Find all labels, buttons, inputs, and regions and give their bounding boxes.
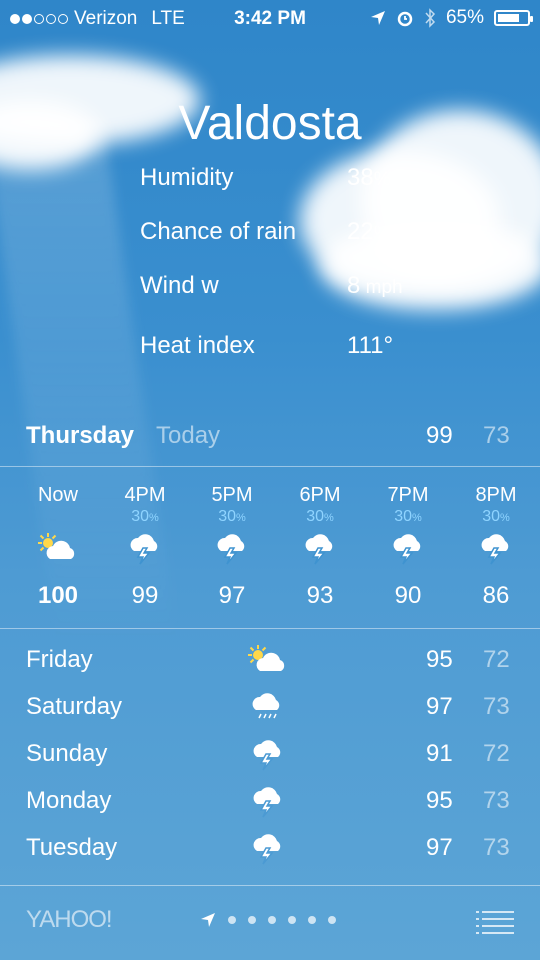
page-dot[interactable] xyxy=(328,916,336,924)
day-name: Monday xyxy=(26,787,112,814)
hourly-item: 7PM 30% 90 xyxy=(368,470,448,610)
battery-percent: 65% xyxy=(445,7,484,28)
hour-temp: 93 xyxy=(306,582,334,609)
yahoo-logo[interactable]: YAHOO! xyxy=(26,906,113,934)
day-low: 72 xyxy=(483,646,510,673)
page-dot[interactable] xyxy=(308,916,316,924)
footer-bar: YAHOO! xyxy=(0,886,540,960)
page-dot[interactable] xyxy=(228,916,236,924)
detail-humidity: Humidity 38% xyxy=(140,164,470,218)
partly-sunny-icon xyxy=(18,528,98,568)
today-high: 99 xyxy=(426,422,453,449)
hour-temp: 90 xyxy=(394,582,422,609)
day-low: 73 xyxy=(483,787,510,814)
precip-chance: 30% xyxy=(306,508,334,525)
day-high: 97 xyxy=(426,693,453,720)
hour-label: 6PM xyxy=(299,484,341,506)
thunderstorm-icon xyxy=(246,781,290,821)
hourly-item: 8PM 30% 86 xyxy=(456,470,536,610)
day-high: 95 xyxy=(426,787,453,814)
detail-label: Wind w xyxy=(140,272,219,299)
detail-value: 111° xyxy=(347,332,394,359)
day-low: 72 xyxy=(483,740,510,767)
hour-label: 8PM xyxy=(475,484,517,506)
precip-chance: 30% xyxy=(394,508,422,525)
hourly-item: 5PM 30% 97 xyxy=(192,470,272,610)
list-menu-icon[interactable] xyxy=(476,910,514,936)
detail-heat-index: Heat index 111° xyxy=(140,332,470,386)
hourly-forecast[interactable]: Now 100 4PM 30% 99 5PM 30% 97 6PM 30% 93… xyxy=(0,470,540,628)
thunderstorm-icon xyxy=(246,828,290,868)
hourly-item: Now 100 xyxy=(18,470,98,610)
thunderstorm-icon xyxy=(105,528,185,568)
page-indicator[interactable] xyxy=(200,912,336,928)
daily-row: Monday 95 73 xyxy=(0,779,540,826)
daily-forecast: Friday 95 72 Saturday 97 73 Sunday 91 72… xyxy=(0,638,540,873)
page-dot[interactable] xyxy=(268,916,276,924)
precip-chance: 30% xyxy=(131,508,159,525)
day-name: Tuesday xyxy=(26,834,118,861)
today-low: 73 xyxy=(483,422,510,449)
battery-icon xyxy=(494,10,533,26)
daily-row: Tuesday 97 73 xyxy=(0,826,540,873)
detail-label: Humidity xyxy=(140,164,234,191)
daily-row: Friday 95 72 xyxy=(0,638,540,685)
page-dot[interactable] xyxy=(288,916,296,924)
detail-value: 8 mph xyxy=(347,272,403,299)
day-name: Sunday xyxy=(26,740,108,767)
day-low: 73 xyxy=(483,834,510,861)
day-high: 97 xyxy=(426,834,453,861)
bluetooth-icon xyxy=(425,8,435,28)
detail-value: 22% xyxy=(347,218,391,245)
divider xyxy=(0,628,540,629)
hour-label: 4PM xyxy=(124,484,166,506)
day-name: Saturday xyxy=(26,693,123,720)
thunderstorm-icon xyxy=(456,528,536,568)
page-dot[interactable] xyxy=(248,916,256,924)
thunderstorm-icon xyxy=(246,734,290,774)
today-summary-row: Thursday Today 99 73 xyxy=(0,418,540,466)
location-arrow-icon xyxy=(370,11,385,25)
divider xyxy=(0,466,540,467)
hourly-item: 4PM 30% 99 xyxy=(105,470,185,610)
hour-label: 5PM xyxy=(211,484,253,506)
thunderstorm-icon xyxy=(368,528,448,568)
hourly-item: 6PM 30% 93 xyxy=(280,470,360,610)
city-name: Valdosta xyxy=(178,97,362,150)
detail-label: Chance of rain xyxy=(140,218,297,245)
rain-cloud-icon xyxy=(246,687,290,727)
day-low: 73 xyxy=(483,693,510,720)
hour-label: 7PM xyxy=(387,484,429,506)
detail-chance-of-rain: Chance of rain 22% xyxy=(140,218,470,272)
location-arrow-icon xyxy=(201,913,215,927)
precip-chance xyxy=(18,508,98,528)
precip-chance: 30% xyxy=(218,508,246,525)
thunderstorm-icon xyxy=(192,528,272,568)
alarm-clock-icon xyxy=(397,11,413,27)
partly-sunny-icon xyxy=(246,640,290,680)
today-label: Today xyxy=(156,422,221,449)
detail-value: 38% xyxy=(347,164,391,191)
today-day: Thursday xyxy=(26,422,135,449)
day-high: 91 xyxy=(426,740,453,767)
hour-label: Now xyxy=(37,484,78,506)
detail-wind: Wind w 8 mph xyxy=(140,272,470,326)
status-bar: Verizon LTE 3:42 PM 65% xyxy=(0,0,540,36)
precip-chance: 30% xyxy=(482,508,510,525)
thunderstorm-icon xyxy=(280,528,360,568)
daily-row: Sunday 91 72 xyxy=(0,732,540,779)
hour-temp: 100 xyxy=(37,582,79,609)
daily-row: Saturday 97 73 xyxy=(0,685,540,732)
detail-label: Heat index xyxy=(140,332,255,359)
weather-details: Humidity 38% Chance of rain 22% Wind w 8… xyxy=(140,164,470,386)
hour-temp: 86 xyxy=(482,582,510,609)
day-high: 95 xyxy=(426,646,453,673)
hour-temp: 97 xyxy=(218,582,246,609)
day-name: Friday xyxy=(26,646,93,673)
hour-temp: 99 xyxy=(131,582,159,609)
